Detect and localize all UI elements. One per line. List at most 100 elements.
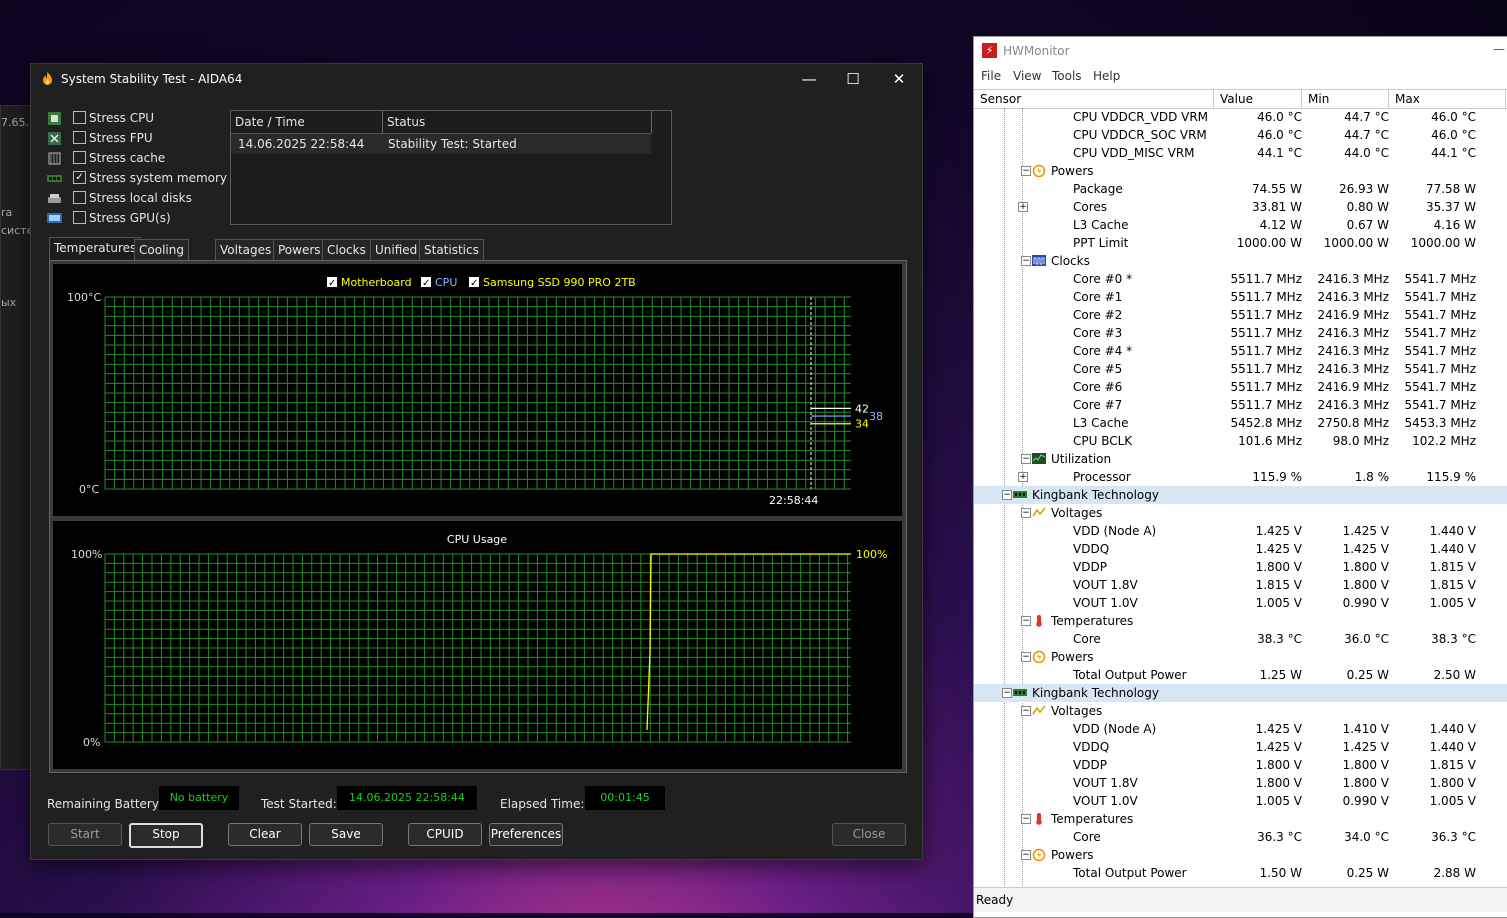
stress-option-fpu[interactable]: Stress FPU (47, 130, 247, 150)
stress-cache-checkbox[interactable] (73, 151, 86, 164)
sensor-row[interactable]: L3 Cache 5452.8 MHz 2750.8 MHz 5453.3 MHz (974, 414, 1507, 432)
column-header-max[interactable]: Max (1389, 90, 1506, 108)
sensor-row[interactable]: CPU VDD_MISC VRM 44.1 °C 44.0 °C 44.1 °C (974, 144, 1507, 162)
sensor-row[interactable]: Total Output Power 1.25 W 0.25 W 2.50 W (974, 666, 1507, 684)
stress-option-cache[interactable]: Stress cache (47, 150, 247, 170)
sensor-row[interactable]: Total Output Power 1.50 W 0.25 W 2.88 W (974, 864, 1507, 882)
tab-unified[interactable]: Unified (370, 239, 423, 260)
stress-option-memory[interactable]: ✓ Stress system memory (47, 170, 247, 190)
clear-button[interactable]: Clear (228, 823, 302, 846)
column-header-sensor[interactable]: Sensor (974, 90, 1214, 108)
sensor-row[interactable]: CPU BCLK 101.6 MHz 98.0 MHz 102.2 MHz (974, 432, 1507, 450)
sensor-row[interactable]: Core #1 5511.7 MHz 2416.3 MHz 5541.7 MHz (974, 288, 1507, 306)
sensor-row[interactable]: L3 Cache 4.12 W 0.67 W 4.16 W (974, 216, 1507, 234)
tab-clocks[interactable]: Clocks (322, 239, 371, 260)
stress-disks-checkbox[interactable] (73, 191, 86, 204)
column-header-value[interactable]: Value (1214, 90, 1302, 108)
collapse-icon[interactable]: − (1021, 454, 1031, 464)
sensor-group-row[interactable]: − Powers (974, 648, 1507, 666)
sensor-row[interactable]: Core 38.3 °C 36.0 °C 38.3 °C (974, 630, 1507, 648)
title-bar[interactable]: System Stability Test - AIDA64 — ☐ ✕ (31, 64, 922, 94)
tab-temperatures[interactable]: Temperatures (49, 237, 142, 260)
collapse-icon[interactable]: − (1021, 814, 1031, 824)
tab-powers[interactable]: Powers (273, 239, 326, 260)
stress-memory-checkbox[interactable]: ✓ (73, 171, 86, 184)
menu-help[interactable]: Help (1093, 69, 1120, 83)
sensor-row[interactable]: VDDQ 1.425 V 1.425 V 1.440 V (974, 738, 1507, 756)
sensor-row[interactable]: VOUT 1.0V 1.005 V 0.990 V 1.005 V (974, 792, 1507, 810)
column-header-status[interactable]: Status (383, 111, 652, 133)
stop-button[interactable]: Stop (129, 823, 203, 848)
sensor-row[interactable]: Package 74.55 W 26.93 W 77.58 W (974, 180, 1507, 198)
stress-gpu-checkbox[interactable] (73, 211, 86, 224)
sensor-row[interactable]: VDD (Node A) 1.425 V 1.410 V 1.440 V (974, 720, 1507, 738)
sensor-row[interactable]: Core #2 5511.7 MHz 2416.9 MHz 5541.7 MHz (974, 306, 1507, 324)
sensor-row[interactable]: PPT Limit 1000.00 W 1000.00 W 1000.00 W (974, 234, 1507, 252)
collapse-icon[interactable]: − (1021, 850, 1031, 860)
menu-tools[interactable]: Tools (1052, 69, 1082, 83)
sensor-group-row[interactable]: − Voltages (974, 702, 1507, 720)
collapse-icon[interactable]: − (1021, 166, 1031, 176)
sensor-row[interactable]: CPU VDDCR_VDD VRM 46.0 °C 44.7 °C 46.0 °C (974, 108, 1507, 126)
collapse-icon[interactable]: − (1021, 616, 1031, 626)
expand-icon[interactable]: + (1018, 472, 1028, 482)
sensor-row[interactable]: Core #3 5511.7 MHz 2416.3 MHz 5541.7 MHz (974, 324, 1507, 342)
tab-cooling-fans[interactable]: Cooling Fans (134, 239, 189, 277)
menu-view[interactable]: View (1013, 69, 1041, 83)
tab-statistics[interactable]: Statistics (419, 239, 484, 260)
expand-icon[interactable]: + (1018, 202, 1028, 212)
sensor-row[interactable]: CPU VDDCR_SOC VRM 46.0 °C 44.7 °C 46.0 °C (974, 126, 1507, 144)
status-log-row[interactable]: 14.06.2025 22:58:44 Stability Test: Star… (231, 134, 651, 154)
sensor-group-row[interactable]: − Temperatures (974, 612, 1507, 630)
sensor-group-row[interactable]: − Clocks (974, 252, 1507, 270)
sensor-row[interactable]: Core #0 * 5511.7 MHz 2416.3 MHz 5541.7 MHz (974, 270, 1507, 288)
sensor-group-row[interactable]: − Voltages (974, 504, 1507, 522)
collapse-icon[interactable]: − (1002, 490, 1012, 500)
sensor-row[interactable]: VDDP 1.800 V 1.800 V 1.815 V (974, 558, 1507, 576)
title-bar[interactable]: ⚡ HWMonitor — (974, 37, 1507, 65)
stress-cpu-checkbox[interactable] (73, 111, 86, 124)
save-button[interactable]: Save (309, 823, 383, 846)
menu-file[interactable]: File (981, 69, 1001, 83)
stress-option-gpu[interactable]: Stress GPU(s) (47, 210, 247, 230)
sensor-row[interactable]: VOUT 1.8V 1.800 V 1.800 V 1.800 V (974, 774, 1507, 792)
stress-fpu-checkbox[interactable] (73, 131, 86, 144)
sensor-group-row[interactable]: − Kingbank Technology (974, 486, 1507, 504)
tab-voltages[interactable]: Voltages (215, 239, 277, 260)
collapse-icon[interactable]: − (1021, 508, 1031, 518)
column-header-datetime[interactable]: Date / Time (231, 111, 383, 133)
sensor-row[interactable]: VDDP 1.800 V 1.800 V 1.815 V (974, 756, 1507, 774)
column-header-min[interactable]: Min (1302, 90, 1389, 108)
sensor-group-row[interactable]: − Powers (974, 846, 1507, 864)
sensor-row[interactable]: Core #5 5511.7 MHz 2416.3 MHz 5541.7 MHz (974, 360, 1507, 378)
stress-option-disks[interactable]: Stress local disks (47, 190, 247, 210)
maximize-button[interactable]: ☐ (830, 64, 876, 94)
collapse-icon[interactable]: − (1021, 652, 1031, 662)
status-log[interactable]: Date / Time Status 14.06.2025 22:58:44 S… (230, 110, 672, 225)
sensor-tree[interactable]: CPU VDDCR_VDD VRM 46.0 °C 44.7 °C 46.0 °C CP… (974, 108, 1507, 886)
close-button[interactable]: Close (832, 823, 906, 846)
sensor-group-row[interactable]: − Temperatures (974, 810, 1507, 828)
sensor-row[interactable]: Core #7 5511.7 MHz 2416.3 MHz 5541.7 MHz (974, 396, 1507, 414)
preferences-button[interactable]: Preferences (489, 823, 563, 846)
collapse-icon[interactable]: − (1002, 688, 1012, 698)
sensor-row[interactable]: + Processor 115.9 % 1.8 % 115.9 % (974, 468, 1507, 486)
minimize-button[interactable]: — (786, 64, 832, 94)
cpuid-button[interactable]: CPUID (408, 823, 482, 846)
start-button[interactable]: Start (48, 823, 122, 846)
collapse-icon[interactable]: − (1021, 256, 1031, 266)
sensor-group-row[interactable]: − Kingbank Technology (974, 684, 1507, 702)
collapse-icon[interactable]: − (1021, 706, 1031, 716)
sensor-row[interactable]: + Cores 33.81 W 0.80 W 35.37 W (974, 198, 1507, 216)
sensor-group-row[interactable]: − Powers (974, 162, 1507, 180)
close-window-button[interactable]: ✕ (876, 64, 922, 94)
sensor-row[interactable]: VOUT 1.8V 1.815 V 1.800 V 1.815 V (974, 576, 1507, 594)
sensor-row[interactable]: Core #4 * 5511.7 MHz 2416.3 MHz 5541.7 MHz (974, 342, 1507, 360)
sensor-row[interactable]: VOUT 1.0V 1.005 V 0.990 V 1.005 V (974, 594, 1507, 612)
minimize-button[interactable]: — (1484, 37, 1507, 65)
sensor-row[interactable]: VDDQ 1.425 V 1.425 V 1.440 V (974, 540, 1507, 558)
sensor-row[interactable]: VDD (Node A) 1.425 V 1.425 V 1.440 V (974, 522, 1507, 540)
sensor-row[interactable]: Core 36.3 °C 34.0 °C 36.3 °C (974, 828, 1507, 846)
sensor-row[interactable]: Core #6 5511.7 MHz 2416.9 MHz 5541.7 MHz (974, 378, 1507, 396)
stress-option-cpu[interactable]: Stress CPU (47, 110, 247, 130)
